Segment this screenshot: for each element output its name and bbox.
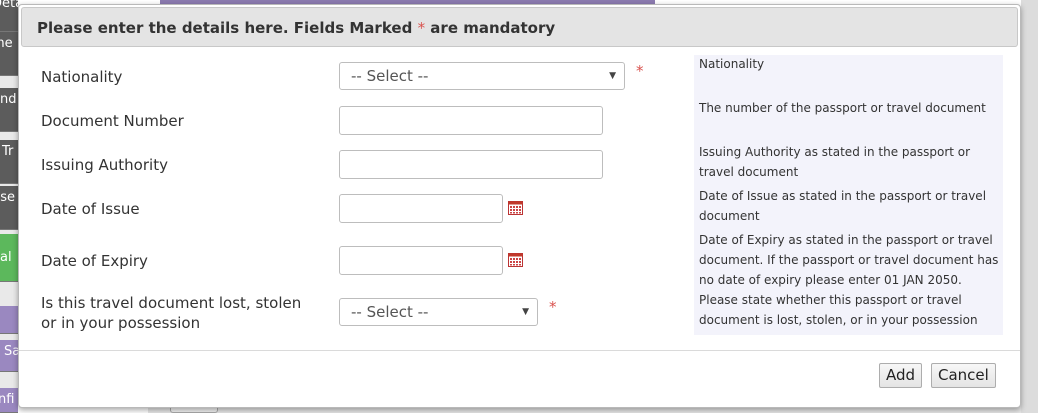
add-button[interactable]: Add: [879, 363, 923, 388]
side-tab-details[interactable]: Details: [0, 0, 18, 32]
side-tab-4[interactable]: Tr: [0, 140, 18, 184]
side-tab-5[interactable]: nse: [0, 186, 18, 230]
nationality-select[interactable]: -- Select -- ▼: [339, 62, 625, 90]
issuing-authority-help: Issuing Authority as stated in the passp…: [699, 145, 971, 179]
required-marker: *: [636, 62, 644, 80]
nationality-help: Nationality: [699, 57, 765, 71]
chevron-down-icon: ▼: [609, 71, 616, 81]
date-of-issue-help: Date of Issue as stated in the passport …: [699, 189, 987, 223]
document-status-label-line1: Is this travel document lost, stolen: [41, 294, 302, 312]
dialog-header: Please enter the details here. Fields Ma…: [21, 7, 1018, 47]
document-number-label: Document Number: [41, 112, 184, 130]
nationality-selected-value: -- Select --: [351, 67, 429, 85]
side-tab-3[interactable]: and: [0, 88, 18, 132]
document-status-help: Please state whether this passport or tr…: [699, 293, 978, 327]
document-status-selected-value: -- Select --: [351, 303, 429, 321]
issuing-authority-input[interactable]: [339, 150, 603, 179]
footer-divider: [19, 350, 1020, 351]
document-status-label-line2: or in your possession: [41, 314, 201, 332]
date-of-expiry-input[interactable]: [339, 246, 503, 275]
document-status-select[interactable]: -- Select -- ▼: [339, 298, 538, 326]
side-tab-9[interactable]: nfi: [0, 388, 18, 413]
dialog-title: Please enter the details here. Fields Ma…: [37, 19, 556, 37]
cancel-button[interactable]: Cancel: [931, 363, 996, 388]
date-of-issue-input[interactable]: [339, 194, 503, 223]
document-status-label: Is this travel document lost, stolen or …: [41, 293, 301, 333]
required-marker: *: [549, 298, 557, 316]
date-of-expiry-help: Date of Expiry as stated in the passport…: [699, 233, 999, 287]
calendar-icon[interactable]: [508, 201, 523, 215]
nationality-label: Nationality: [41, 68, 123, 86]
calendar-icon[interactable]: [508, 253, 523, 267]
date-of-expiry-label: Date of Expiry: [41, 252, 148, 270]
document-number-help: The number of the passport or travel doc…: [699, 101, 986, 115]
side-tab-6[interactable]: al: [0, 234, 18, 282]
issuing-authority-label: Issuing Authority: [41, 156, 168, 174]
side-tab-2[interactable]: me: [0, 32, 18, 76]
travel-document-dialog: Please enter the details here. Fields Ma…: [18, 4, 1021, 408]
side-tab-8[interactable]: Sa: [0, 340, 18, 372]
side-tab-7[interactable]: [0, 306, 18, 334]
document-number-input[interactable]: [339, 106, 603, 135]
date-of-issue-label: Date of Issue: [41, 200, 140, 218]
chevron-down-icon: ▼: [522, 307, 529, 317]
background-right-edge: [1021, 0, 1038, 413]
